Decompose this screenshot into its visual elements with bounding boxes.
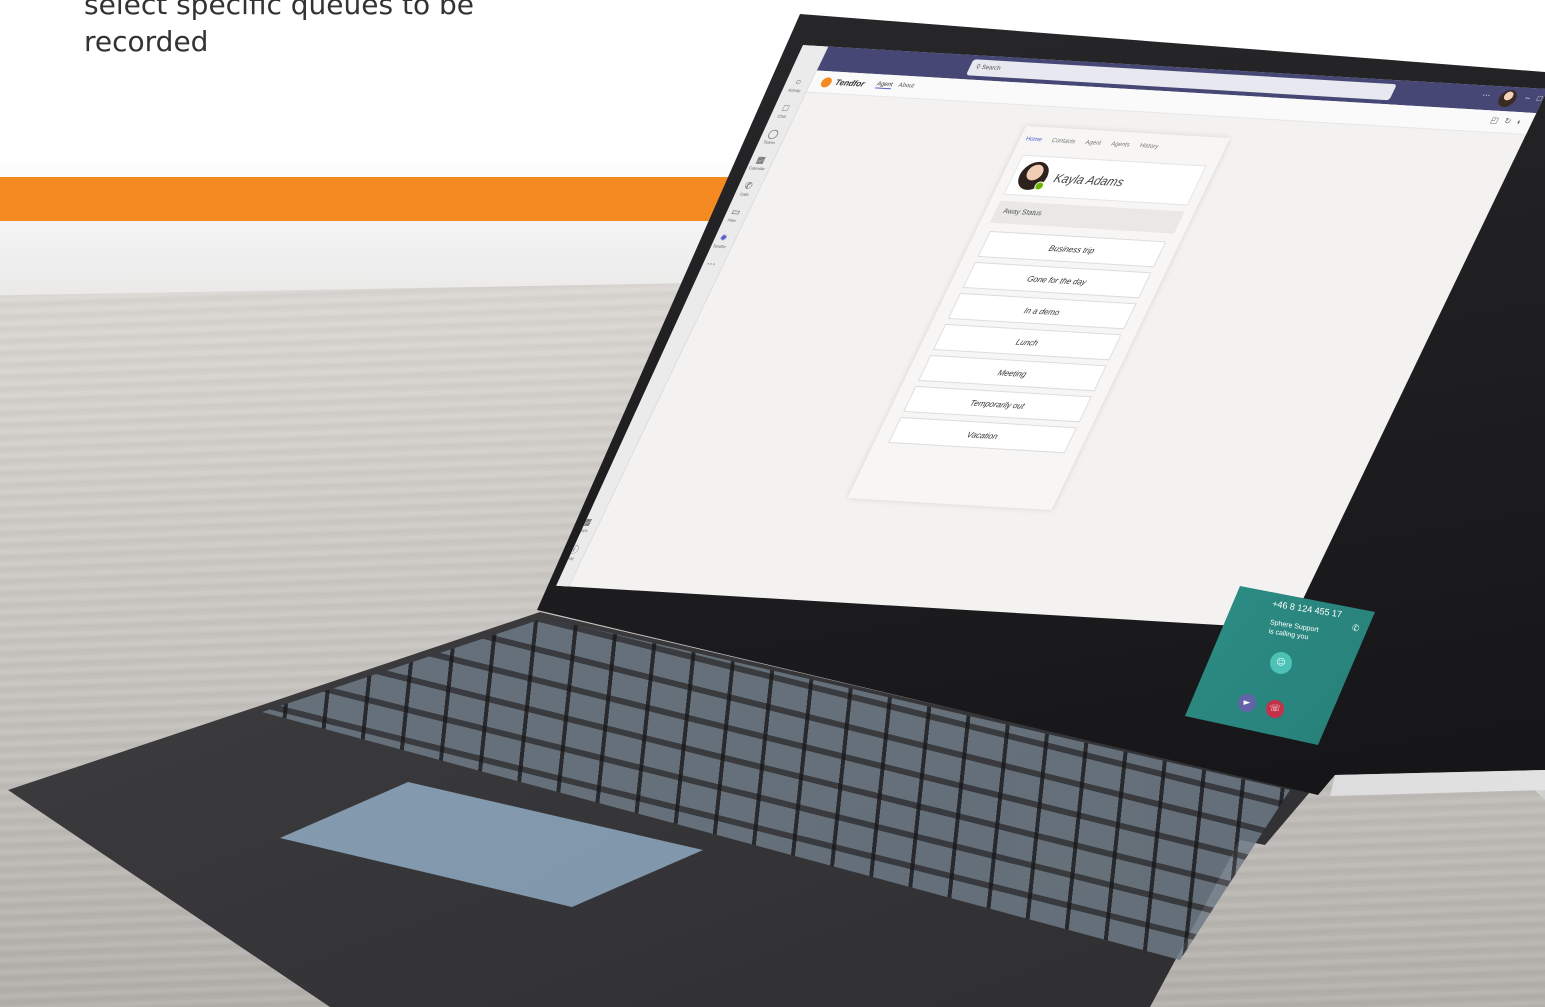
tab-history[interactable]: History [1136,139,1161,154]
minimize-icon[interactable]: – [1523,93,1532,102]
status-button-vacation[interactable]: Vacation [888,416,1078,454]
minimize-dots-icon[interactable]: ⋯ [1480,90,1492,99]
tab-home[interactable]: Home [1022,132,1044,147]
tendfor-logo-icon [819,77,834,88]
decline-call-button[interactable]: ☏ [1266,700,1284,718]
tab-about[interactable]: About [897,83,915,90]
rail-label: Teams [762,139,777,146]
refresh-icon[interactable]: ↻ [1502,116,1515,126]
caller-avatar-icon: ☺ [1270,652,1292,674]
accent-bar [0,177,742,221]
teams-window: ○ Activity □ Chat ◯ Teams ▦ Calendar ✆ C… [552,45,1545,630]
panel-tabs: Home Contacts Agent Agents History [1022,132,1221,157]
status-button-temporarily-out[interactable]: Temporarily out [903,385,1092,423]
away-status-header: Away Status [989,200,1185,234]
expand-icon[interactable]: ◰ [1489,116,1503,126]
rail-label: Tendfor [711,243,728,250]
phone-icon: ✆ [1352,624,1360,634]
rail-label: Calendar [747,165,767,172]
status-button-business-trip[interactable]: Business trip [977,230,1167,268]
user-card: Kayla Adams [1003,154,1207,206]
caption-line-1: select specific queues to be [84,0,475,21]
globe-icon[interactable]: ◐ [1515,117,1526,126]
rail-label: Files [726,217,738,223]
caption-line-2: recorded [84,25,209,58]
avatar[interactable] [1495,89,1520,108]
status-button-lunch[interactable]: Lunch [932,323,1122,361]
tab-contacts[interactable]: Contacts [1048,134,1078,149]
tab-agent[interactable]: Agent [1082,136,1104,151]
status-button-meeting[interactable]: Meeting [917,354,1107,392]
maximize-icon[interactable]: □ [1535,94,1544,103]
rail-label: Calls [738,191,751,198]
bell-icon: ○ [793,76,804,87]
chat-icon: □ [780,102,792,113]
search-placeholder: Search [980,64,1002,73]
caption-text: select specific queues to be recorded [84,0,644,60]
agent-panel: Home Contacts Agent Agents History Kayla… [847,126,1230,511]
header-actions: ◰ ↻ ◐ [1489,116,1526,127]
away-status-list: Business trip Gone for the day In a demo… [882,230,1170,459]
rail-label: Activity [786,87,802,94]
tab-agent[interactable]: Agent [874,81,894,90]
tab-agents[interactable]: Agents [1108,137,1133,152]
status-button-gone-for-the-day[interactable]: Gone for the day [962,261,1152,299]
app-name: Tendfor [833,77,867,89]
rail-label: Chat [776,113,788,119]
teams-icon: ◯ [766,128,781,140]
status-button-in-a-demo[interactable]: In a demo [947,292,1137,330]
accept-video-button[interactable]: ► [1238,694,1256,712]
user-name: Kayla Adams [1051,171,1127,190]
